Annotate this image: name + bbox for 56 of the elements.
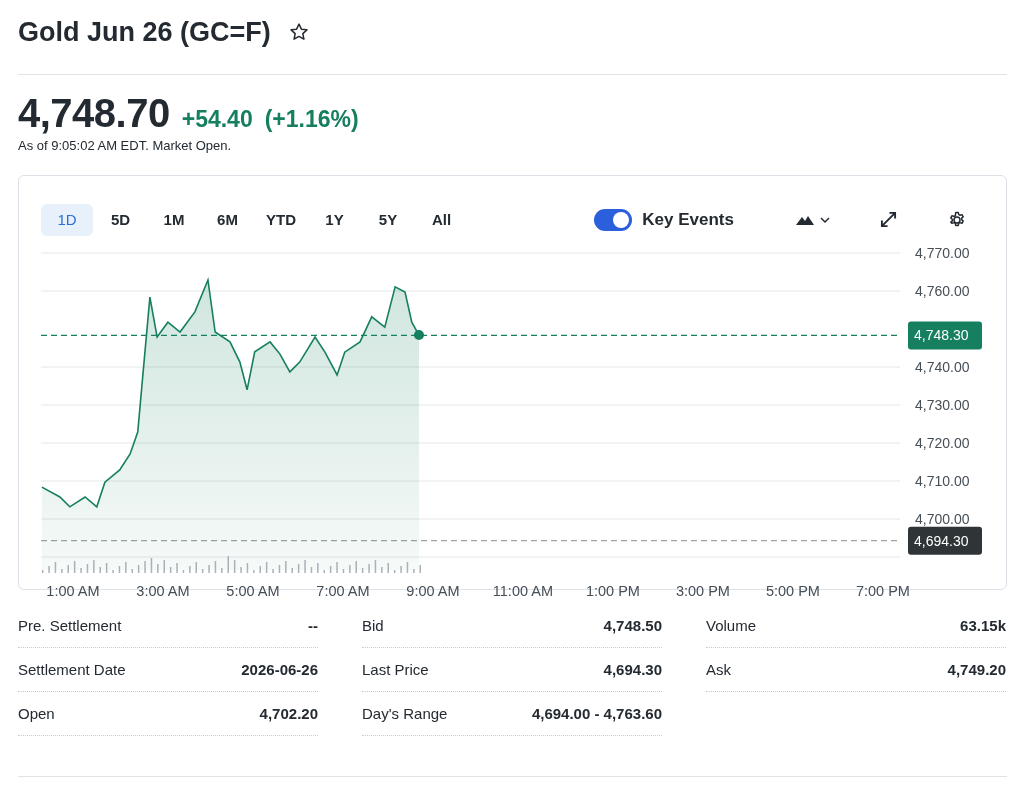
range-tab[interactable]: 1M (148, 203, 200, 236)
axis-label: 1:00 AM (46, 583, 100, 599)
expand-icon (880, 211, 897, 228)
axis-label: 5:00 PM (765, 583, 820, 599)
key-events-toggle[interactable]: Key Events (594, 208, 734, 231)
stat-value: 4,749.20 (947, 661, 1006, 678)
stat-label: Bid (362, 617, 384, 634)
stat-value: 4,702.20 (259, 705, 318, 722)
stat-label: Pre. Settlement (18, 617, 122, 634)
range-tab[interactable]: YTD (255, 203, 307, 236)
axis-label: 7:00 PM (855, 583, 910, 599)
toggle-label: Key Events (642, 209, 734, 230)
axis-label: 4,740.00 (915, 359, 970, 375)
last-price-dot (414, 330, 424, 341)
axis-label: 3:00 AM (136, 583, 190, 599)
stat-value: 4,694.30 (603, 661, 662, 678)
stat-value: 2026-06-26 (241, 661, 318, 678)
stat-label: Last Price (362, 661, 429, 678)
axis-label: 4,760.00 (915, 283, 970, 299)
axis-label: 5:00 AM (226, 583, 280, 599)
axis-label: 4,710.00 (915, 473, 970, 489)
page-title: Gold Jun 26 (GC=F) (18, 16, 271, 48)
range-tab[interactable]: 1Y (308, 203, 361, 236)
star-icon[interactable] (288, 22, 309, 42)
price-tag-label: 4,748.30 (914, 327, 969, 344)
stat-label: Day's Range (362, 705, 448, 722)
axis-label: 7:00 AM (316, 583, 370, 599)
axis-label: 9:00 AM (406, 583, 460, 599)
stat-label: Volume (706, 617, 757, 634)
percent-change: (+1.16%) (264, 106, 359, 133)
stat-value: 63.15k (960, 617, 1006, 634)
stat-value: 4,694.00 - 4,763.60 (531, 705, 662, 722)
stat-label: Settlement Date (18, 661, 126, 678)
axis-label: 3:00 PM (675, 583, 730, 599)
axis-label: 4,770.00 (915, 245, 970, 261)
axis-label: 4,730.00 (915, 397, 970, 413)
axis-label: 4,720.00 (915, 435, 970, 451)
price-tag-label: 4,694.30 (914, 532, 969, 549)
range-tab[interactable]: 5D (94, 203, 147, 236)
range-tab[interactable]: 6M (201, 203, 254, 236)
axis-label: 4,700.00 (915, 511, 970, 527)
price: 4,748.70 (18, 91, 170, 136)
stat-label: Ask (706, 661, 731, 678)
range-tab[interactable]: All (415, 203, 468, 236)
range-tab[interactable]: 5Y (362, 203, 414, 236)
timestamp-text: As of 9:05:02 AM EDT. Market Open. (18, 138, 233, 153)
chevron-down-icon (820, 215, 830, 224)
stat-value: -- (308, 617, 318, 634)
settings-icon (948, 210, 966, 229)
axis-label: 1:00 PM (585, 583, 640, 599)
stat-label: Open (18, 705, 55, 722)
axis-label: 11:00 AM (492, 583, 553, 599)
toggle-switch[interactable] (594, 208, 633, 231)
price-change: +54.40 (181, 106, 253, 133)
range-tab[interactable]: 1D (41, 203, 93, 236)
stat-value: 4,748.50 (603, 617, 662, 634)
